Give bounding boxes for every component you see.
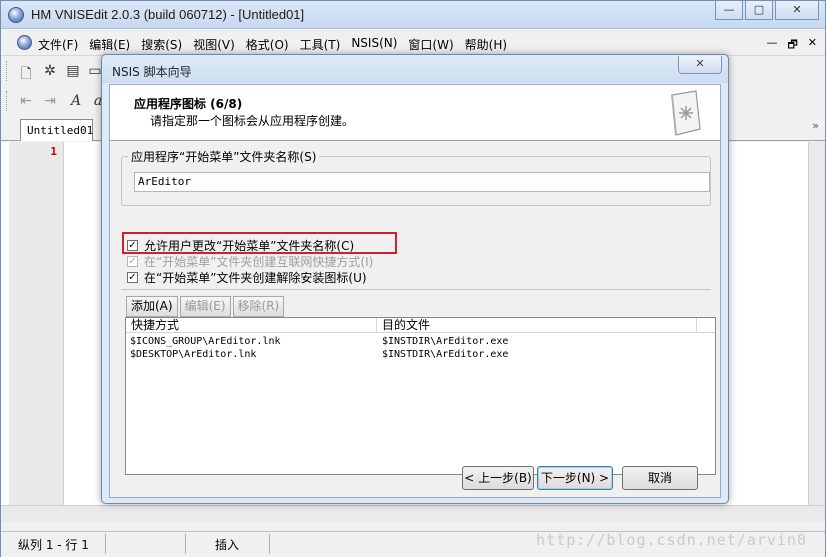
nsis-wizard-dialog: NSIS 脚本向导 ✕ 应用程序图标 (6/8) 请指定那一个图标会从应用程序创… [101,54,729,504]
status-divider [105,534,106,554]
wizard-icon[interactable]: ✲ [41,63,59,79]
menu-nsis[interactable]: NSIS(N) [351,36,397,53]
menu-format[interactable]: 格式(O) [246,36,289,53]
menu-search[interactable]: 搜索(S) [141,36,182,53]
mdi-restore-button[interactable]: 🗗 [787,36,797,55]
list-toolbar: 添加(A) 编辑(E) 移除(R) [126,296,286,317]
toolbar-grip[interactable] [6,91,9,111]
checkbox-label: 允许用户更改“开始菜单”文件夹名称(C) [144,239,355,253]
minimize-button[interactable]: — [715,1,743,20]
mdi-close-button[interactable]: ✕ [808,36,817,55]
menu-help[interactable]: 帮助(H) [465,36,507,53]
document-globe-icon[interactable] [17,35,32,50]
shortcut-list[interactable]: 快捷方式 目的文件 $ICONS_GROUP\ArEditor.lnk $INS… [125,317,716,475]
mdi-controls: — 🗗 ✕ [756,36,817,55]
uninstall-icon-checkbox[interactable]: ✓ 在“开始菜单”文件夹创建解除安装图标(U) [127,269,367,286]
cursor-position: 纵列 1 - 行 1 [18,538,89,552]
maximize-button[interactable]: □ [745,1,773,20]
column-shortcut[interactable]: 快捷方式 [126,318,377,333]
template-icon[interactable]: ▤ [64,63,82,79]
tab-scroll-icon[interactable]: » [812,119,819,132]
step-title: 应用程序图标 (6/8) [134,97,243,111]
check-icon: ✓ [127,256,138,267]
edit-button[interactable]: 编辑(E) [179,296,231,317]
list-row[interactable]: $DESKTOP\ArEditor.lnk $INSTDIR\ArEditor.… [126,348,715,361]
app-globe-icon [8,7,24,23]
cancel-button[interactable]: 取消 [622,466,698,490]
list-row[interactable]: $ICONS_GROUP\ArEditor.lnk $INSTDIR\ArEdi… [126,335,715,348]
target-cell: $INSTDIR\ArEditor.exe [382,349,509,360]
main-window: HM VNISEdit 2.0.3 (build 060712) - [Unti… [0,0,826,557]
menu-bar: 文件(F) 编辑(E) 搜索(S) 视图(V) 格式(O) 工具(T) NSIS… [1,30,825,56]
folder-group-label: 应用程序“开始菜单”文件夹名称(S) [128,148,320,165]
list-header: 快捷方式 目的文件 [126,318,715,333]
next-button[interactable]: 下一步(N) > [537,466,613,490]
menu-view[interactable]: 视图(V) [193,36,235,53]
allow-change-folder-checkbox[interactable]: ✓ 允许用户更改“开始菜单”文件夹名称(C) [127,237,354,254]
menu-tools[interactable]: 工具(T) [300,36,341,53]
window-controls: — □ ✕ [713,1,819,20]
step-subtitle: 请指定那一个图标会从应用程序创建。 [150,114,355,128]
checkbox-label: 在“开始菜单”文件夹创建互联网快捷方式(I) [144,255,374,269]
dialog-title: NSIS 脚本向导 [112,65,192,79]
dialog-close-button[interactable]: ✕ [678,56,722,74]
wizard-header: 应用程序图标 (6/8) 请指定那一个图标会从应用程序创建。 [110,85,720,141]
remove-button[interactable]: 移除(R) [232,296,285,317]
status-divider [269,534,270,554]
watermark: http://blog.csdn.net/arvin0 [536,531,807,549]
horizontal-scrollbar[interactable] [1,505,825,522]
outdent-icon[interactable]: ⇤ [17,93,35,109]
line-number: 1 [50,145,57,158]
wizard-book-icon [671,90,701,136]
menu-file[interactable]: 文件(F) [38,36,78,53]
window-title: HM VNISEdit 2.0.3 (build 060712) - [Unti… [31,7,305,22]
indent-icon[interactable]: ⇥ [41,93,59,109]
line-gutter: 1 [9,142,64,507]
shortcut-cell: $ICONS_GROUP\ArEditor.lnk [130,336,281,347]
separator [121,289,711,290]
new-file-icon[interactable]: 🗋 [17,63,35,87]
start-menu-folder-group: 应用程序“开始菜单”文件夹名称(S) ArEditor [121,148,711,206]
column-target[interactable]: 目的文件 [377,318,697,333]
dialog-title-bar: NSIS 脚本向导 ✕ [102,55,728,83]
back-button[interactable]: < 上一步(B) [462,466,534,490]
toolbar-grip[interactable] [6,61,9,81]
title-bar: HM VNISEdit 2.0.3 (build 060712) - [Unti… [1,1,825,29]
insert-mode: 插入 [215,538,240,552]
internet-shortcut-checkbox[interactable]: ✓ 在“开始菜单”文件夹创建互联网快捷方式(I) [127,253,373,270]
checkbox-label: 在“开始菜单”文件夹创建解除安装图标(U) [144,271,367,285]
folder-name-input[interactable]: ArEditor [134,172,710,192]
font-icon[interactable]: A [67,93,85,109]
check-icon: ✓ [127,272,138,283]
close-button[interactable]: ✕ [775,1,819,20]
add-button[interactable]: 添加(A) [126,296,178,317]
vertical-scrollbar[interactable] [808,142,825,506]
check-icon: ✓ [127,240,138,251]
target-cell: $INSTDIR\ArEditor.exe [382,336,509,347]
dialog-body: 应用程序图标 (6/8) 请指定那一个图标会从应用程序创建。 应用程序“开始菜单… [109,84,721,498]
mdi-minimize-button[interactable]: — [766,36,777,55]
tab-untitled01[interactable]: Untitled01 [20,119,93,141]
menu-window[interactable]: 窗口(W) [408,36,453,53]
shortcut-cell: $DESKTOP\ArEditor.lnk [130,349,257,360]
menu-edit[interactable]: 编辑(E) [89,36,130,53]
status-divider [185,534,186,554]
